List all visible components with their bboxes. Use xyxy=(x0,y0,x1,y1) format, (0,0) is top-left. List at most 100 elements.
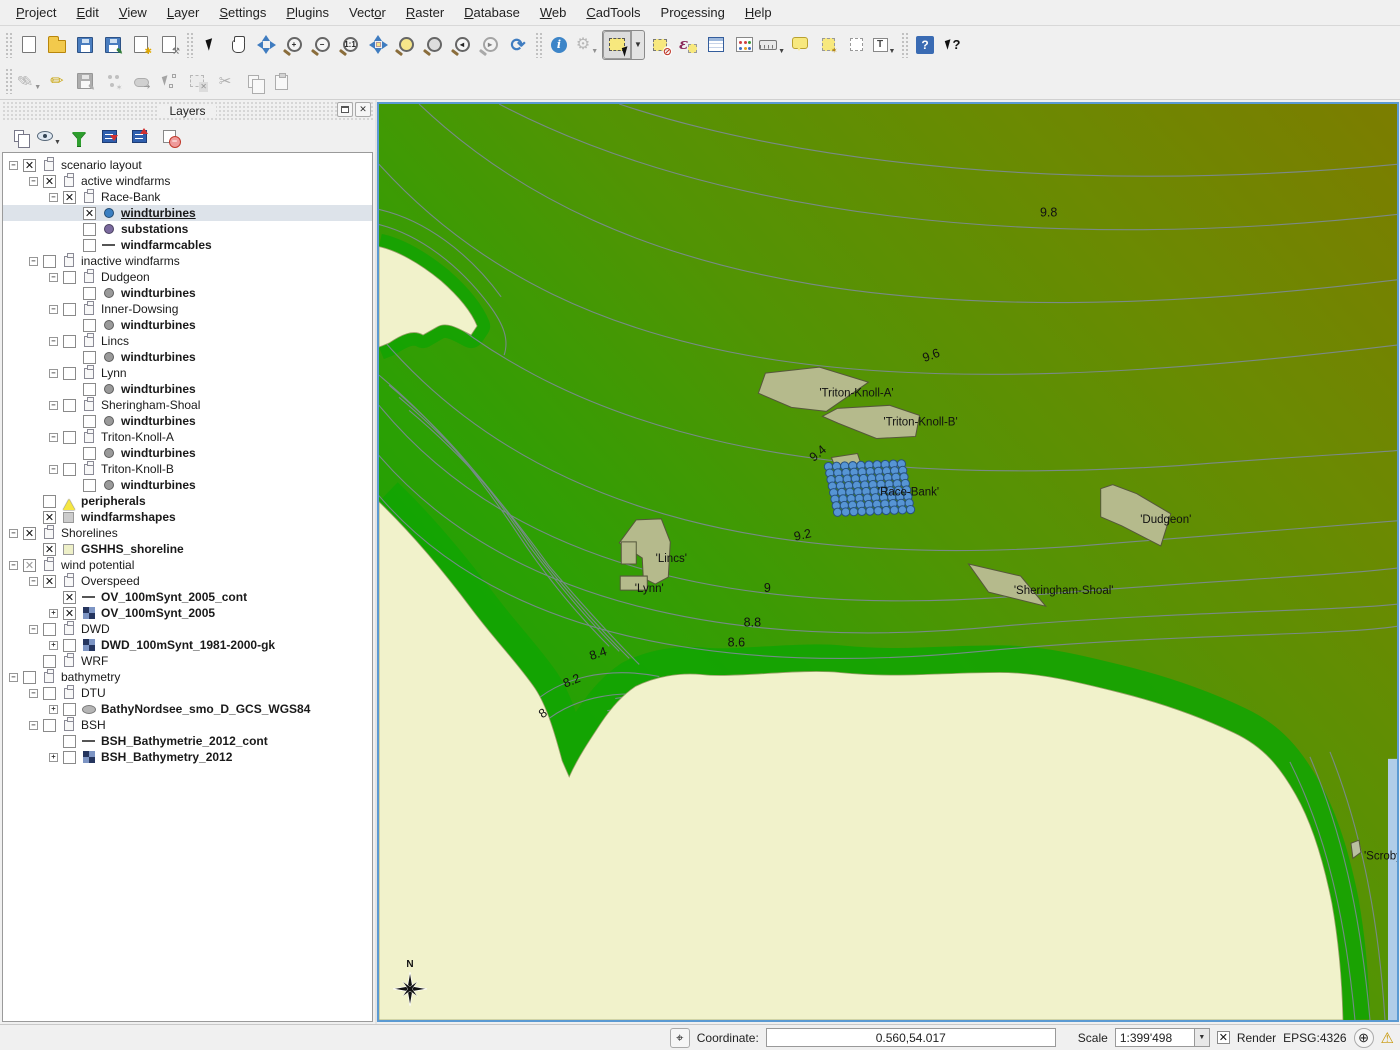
layer-checkbox[interactable]: ✕ xyxy=(23,559,36,572)
layer-label[interactable]: windfarmshapes xyxy=(81,510,176,524)
layer-label[interactable]: windturbines xyxy=(121,206,196,220)
layer-row[interactable]: −BSH xyxy=(3,717,372,733)
layer-checkbox[interactable] xyxy=(83,479,96,492)
menu-layer[interactable]: Layer xyxy=(157,1,210,24)
layer-checkbox[interactable]: ✕ xyxy=(43,543,56,556)
copy-features-icon[interactable] xyxy=(239,67,267,95)
manage-visibility-icon[interactable]: ▼ xyxy=(36,123,62,149)
layer-label[interactable]: windturbines xyxy=(121,446,196,460)
layer-row[interactable]: windturbines xyxy=(3,285,372,301)
delete-selected-icon[interactable] xyxy=(183,67,211,95)
layer-label[interactable]: wind potential xyxy=(61,558,134,572)
layer-checkbox[interactable] xyxy=(63,335,76,348)
layer-checkbox[interactable] xyxy=(63,735,76,748)
layer-checkbox[interactable]: ✕ xyxy=(83,207,96,220)
tree-expander-icon[interactable]: − xyxy=(49,433,58,442)
layer-row[interactable]: −Lincs xyxy=(3,333,372,349)
layer-label[interactable]: active windfarms xyxy=(81,174,170,188)
layer-checkbox[interactable]: ✕ xyxy=(43,511,56,524)
layer-checkbox[interactable] xyxy=(43,623,56,636)
layer-checkbox[interactable] xyxy=(63,463,76,476)
layer-label[interactable]: BSH_Bathymetry_2012 xyxy=(101,750,232,764)
layer-row[interactable]: −✕Shorelines xyxy=(3,525,372,541)
map-tips-icon[interactable] xyxy=(786,31,814,59)
tree-expander-icon[interactable]: − xyxy=(49,305,58,314)
move-feature-icon[interactable] xyxy=(127,67,155,95)
select-rectangle-icon[interactable] xyxy=(603,31,631,59)
layer-row[interactable]: peripherals xyxy=(3,493,372,509)
panel-close-button[interactable]: ✕ xyxy=(355,102,371,117)
text-annotation-icon[interactable]: T▼ xyxy=(870,31,898,59)
layer-checkbox[interactable] xyxy=(83,319,96,332)
layer-label[interactable]: DWD_100mSynt_1981-2000-gk xyxy=(101,638,275,652)
layer-row[interactable]: windturbines xyxy=(3,413,372,429)
layer-label[interactable]: windturbines xyxy=(121,350,196,364)
help-icon[interactable]: ? xyxy=(911,31,939,59)
layer-row[interactable]: −DWD xyxy=(3,621,372,637)
node-tool-icon[interactable] xyxy=(155,67,183,95)
pan-to-selection-icon[interactable] xyxy=(252,31,280,59)
attribute-table-icon[interactable] xyxy=(702,31,730,59)
layer-row[interactable]: substations xyxy=(3,221,372,237)
show-bookmarks-icon[interactable] xyxy=(842,31,870,59)
layer-label[interactable]: windturbines xyxy=(121,478,196,492)
zoom-in-icon[interactable]: + xyxy=(280,31,308,59)
refresh-icon[interactable]: ⟳ xyxy=(504,31,532,59)
layer-row[interactable]: −Triton-Knoll-B xyxy=(3,461,372,477)
layer-row[interactable]: +BSH_Bathymetry_2012 xyxy=(3,749,372,765)
mouse-position-icon[interactable]: ⌖ xyxy=(670,1028,690,1048)
layer-row[interactable]: ✕ windturbines xyxy=(3,205,372,221)
field-calculator-icon[interactable] xyxy=(730,31,758,59)
tree-expander-icon[interactable]: − xyxy=(49,337,58,346)
identify-icon[interactable]: i xyxy=(545,31,573,59)
layer-label[interactable]: Dudgeon xyxy=(101,270,150,284)
layer-label[interactable]: DTU xyxy=(81,686,106,700)
layer-row[interactable]: − DTU xyxy=(3,685,372,701)
current-edits-icon[interactable]: ✎✎▼ xyxy=(15,67,43,95)
layer-checkbox[interactable] xyxy=(63,751,76,764)
layer-row[interactable]: windturbines xyxy=(3,445,372,461)
crs-status-icon[interactable]: ⊕ xyxy=(1354,1028,1374,1048)
expand-all-icon[interactable] xyxy=(96,123,122,149)
layer-checkbox[interactable] xyxy=(43,255,56,268)
menu-web[interactable]: Web xyxy=(530,1,577,24)
scale-dropdown-icon[interactable]: ▼ xyxy=(1194,1029,1209,1046)
tree-expander-icon[interactable]: − xyxy=(9,561,18,570)
layer-row[interactable]: ✕GSHHS_shoreline xyxy=(3,541,372,557)
menu-processing[interactable]: Processing xyxy=(651,1,735,24)
layer-label[interactable]: DWD xyxy=(81,622,110,636)
tree-expander-icon[interactable]: − xyxy=(29,689,38,698)
select-rectangle-tool[interactable]: ▼ xyxy=(602,30,645,60)
layer-label[interactable]: bathymetry xyxy=(61,670,120,684)
menu-raster[interactable]: Raster xyxy=(396,1,454,24)
tree-expander-icon[interactable]: − xyxy=(49,465,58,474)
layer-row[interactable]: ✕ windfarmshapes xyxy=(3,509,372,525)
layer-row[interactable]: BSH_Bathymetrie_2012_cont xyxy=(3,733,372,749)
touch-zoom-icon[interactable] xyxy=(196,31,224,59)
layer-checkbox[interactable] xyxy=(43,719,56,732)
layer-row[interactable]: windfarmcables xyxy=(3,237,372,253)
layer-label[interactable]: Sheringham-Shoal xyxy=(101,398,200,412)
layer-row[interactable]: −Lynn xyxy=(3,365,372,381)
layer-checkbox[interactable] xyxy=(63,703,76,716)
save-project-icon[interactable] xyxy=(71,31,99,59)
layer-row[interactable]: −✕Overspeed xyxy=(3,573,372,589)
tree-expander-icon[interactable]: − xyxy=(49,273,58,282)
coordinate-input[interactable]: 0.560,54.017 xyxy=(766,1028,1056,1047)
layer-label[interactable]: BathyNordsee_smo_D_GCS_WGS84 xyxy=(101,702,310,716)
remove-layer-icon[interactable] xyxy=(156,123,182,149)
layer-row[interactable]: −✕Race-Bank xyxy=(3,189,372,205)
menu-view[interactable]: View xyxy=(109,1,157,24)
layer-row[interactable]: WRF xyxy=(3,653,372,669)
tree-expander-icon[interactable]: − xyxy=(9,673,18,682)
zoom-full-icon[interactable] xyxy=(364,31,392,59)
layer-checkbox[interactable] xyxy=(63,399,76,412)
panel-float-button[interactable] xyxy=(337,102,353,117)
select-by-expression-icon[interactable]: ε xyxy=(674,31,702,59)
run-feature-action-icon[interactable]: ⚙▼ xyxy=(573,31,601,59)
layer-checkbox[interactable]: ✕ xyxy=(43,575,56,588)
layer-label[interactable]: Lynn xyxy=(101,366,127,380)
layer-label[interactable]: OV_100mSynt_2005 xyxy=(101,606,215,620)
composer-manager-icon[interactable]: ⚒ xyxy=(155,31,183,59)
layer-label[interactable]: Race-Bank xyxy=(101,190,160,204)
